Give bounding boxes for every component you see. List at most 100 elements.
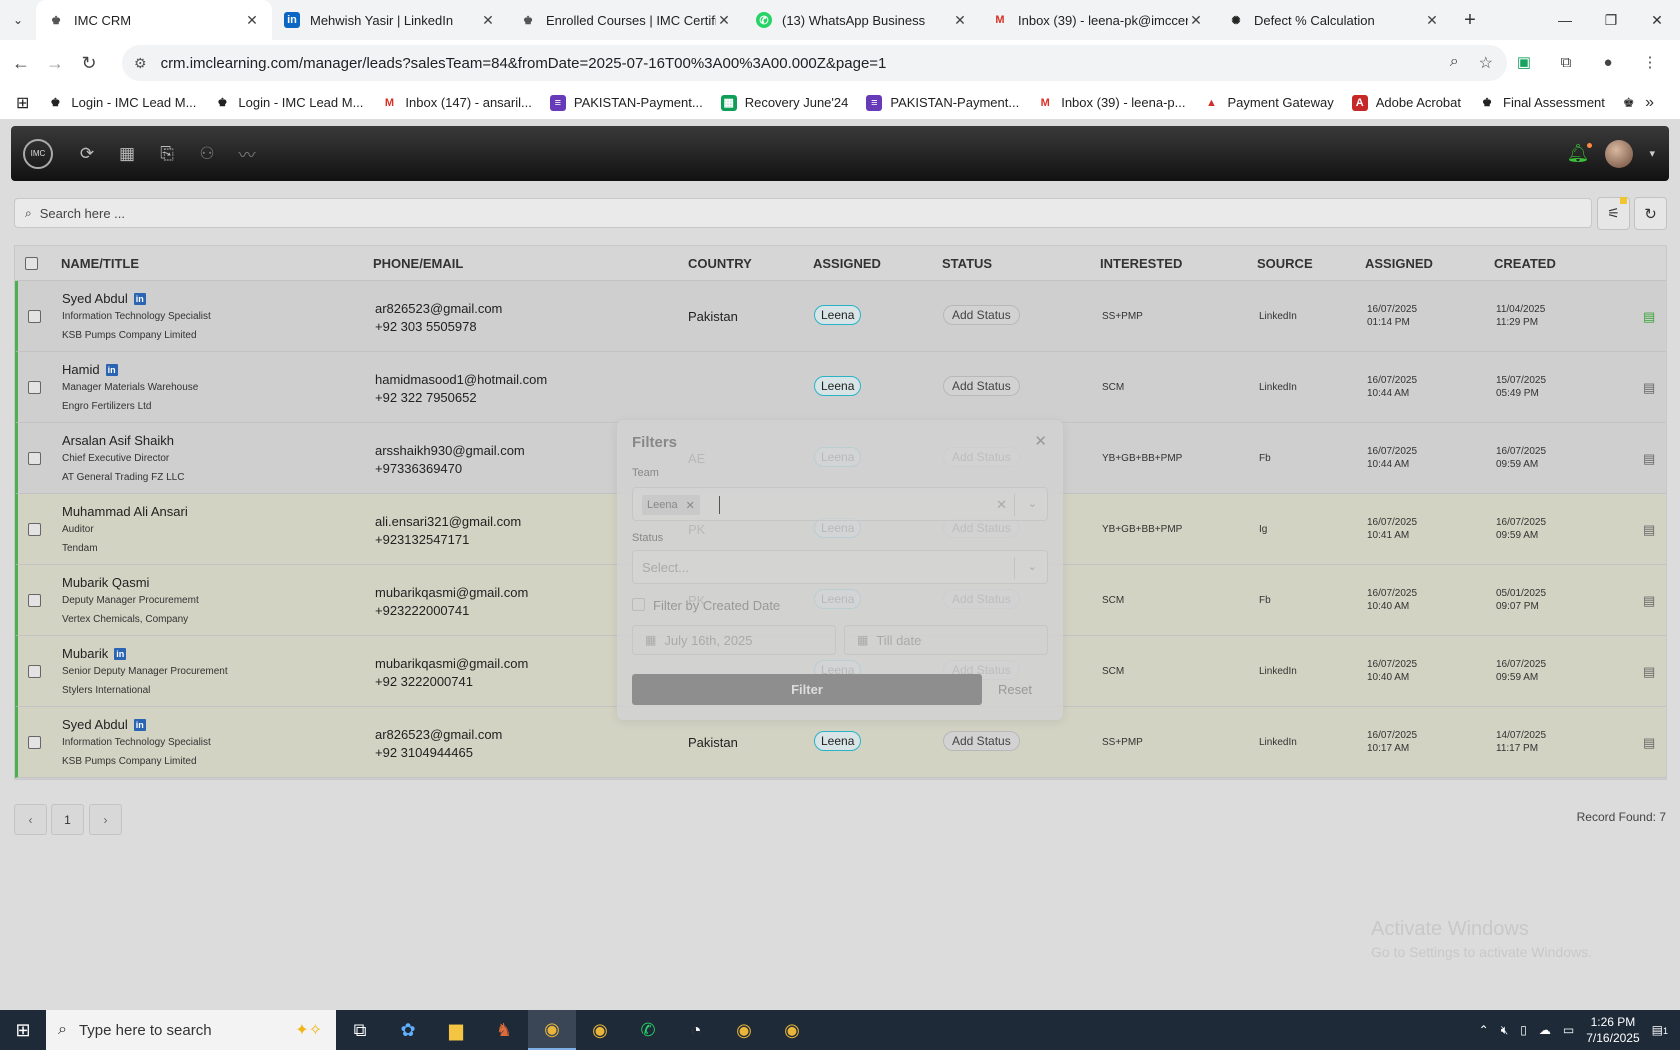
more-bookmarks-icon[interactable]: »: [1645, 94, 1654, 112]
close-tab-icon[interactable]: ✕: [952, 12, 968, 29]
row-checkbox[interactable]: [28, 452, 41, 465]
add-status-button[interactable]: Add Status: [943, 305, 1020, 325]
lead-name[interactable]: Syed Abdul in: [62, 717, 146, 732]
bookmark-item[interactable]: ▦ Recovery June'24: [720, 94, 848, 111]
bookmark-item[interactable]: ♚ Login - IMC Lead M...: [47, 95, 196, 111]
tab-whatsapp[interactable]: ✆ (13) WhatsApp Business ✕: [744, 0, 980, 40]
row-checkbox[interactable]: [28, 381, 41, 394]
linkedin-icon[interactable]: in: [133, 292, 146, 305]
imc-logo[interactable]: IMC: [23, 138, 53, 169]
bookmark-item[interactable]: M Inbox (147) - ansaril...: [381, 95, 532, 111]
column-header[interactable]: SOURCE: [1257, 256, 1313, 271]
select-all-checkbox[interactable]: [25, 257, 38, 270]
document-icon[interactable]: ▤: [1643, 735, 1655, 751]
bookmark-star-icon[interactable]: ☆: [1479, 53, 1493, 73]
url-input[interactable]: ⚙ crm.imclearning.com/manager/leads?sale…: [122, 45, 1507, 81]
document-icon[interactable]: ▤: [1643, 522, 1655, 538]
search-input[interactable]: ⌕ Search here ...: [14, 198, 1592, 228]
row-checkbox[interactable]: [28, 736, 41, 749]
chrome-icon[interactable]: ◉: [720, 1010, 768, 1050]
avatar[interactable]: [1605, 139, 1634, 168]
file-explorer-icon[interactable]: ▆: [432, 1010, 480, 1050]
document-icon[interactable]: ▤: [1643, 451, 1655, 467]
lead-name[interactable]: Mubarik in: [62, 646, 127, 661]
document-icon[interactable]: ▤: [1643, 664, 1655, 680]
filter-button[interactable]: Filter: [632, 674, 982, 705]
tab-enrolled-courses[interactable]: ♚ Enrolled Courses | IMC Certifica ✕: [508, 0, 744, 40]
add-status-button[interactable]: Add Status: [943, 376, 1020, 396]
reset-button[interactable]: Reset: [998, 682, 1032, 697]
column-header[interactable]: INTERESTED: [1100, 256, 1182, 271]
apps-grid-icon[interactable]: ⊞: [16, 93, 29, 113]
status-select[interactable]: Select... ⌄: [632, 550, 1048, 584]
tray-chevron-up-icon[interactable]: ⌃: [1479, 1023, 1489, 1037]
chrome-icon[interactable]: ◉: [768, 1010, 816, 1050]
extensions-puzzle-icon[interactable]: ⧉: [1552, 48, 1580, 76]
document-icon[interactable]: ▤: [1643, 380, 1655, 396]
close-tab-icon[interactable]: ✕: [1424, 12, 1440, 29]
chevron-down-icon[interactable]: ▾: [1649, 147, 1655, 160]
page-1-button[interactable]: 1: [51, 804, 84, 835]
notification-center-icon[interactable]: ▤1: [1652, 1023, 1668, 1037]
whatsapp-icon[interactable]: ✆: [624, 1010, 672, 1050]
back-icon[interactable]: ←: [4, 53, 38, 74]
close-tab-icon[interactable]: ✕: [716, 12, 732, 29]
bookmark-item[interactable]: ≡ PAKISTAN-Payment...: [866, 94, 1019, 111]
column-header[interactable]: CREATED: [1494, 256, 1556, 271]
site-settings-icon[interactable]: ⚙: [134, 55, 147, 72]
activity-icon[interactable]: 〰: [227, 141, 267, 166]
new-tab-icon[interactable]: +: [1452, 9, 1488, 32]
tab-linkedin[interactable]: in Mehwish Yasir | LinkedIn ✕: [272, 0, 508, 40]
table-row[interactable]: Syed Abdul in Information Technology Speci…: [15, 281, 1666, 352]
column-header[interactable]: COUNTRY: [688, 256, 752, 271]
windows-start-icon[interactable]: ⊞: [0, 1010, 46, 1050]
team-select[interactable]: Leena ✕ ✕ ⌄: [632, 487, 1048, 521]
created-date-checkbox[interactable]: [632, 598, 645, 611]
battery-icon[interactable]: ▯: [1520, 1023, 1527, 1037]
app-icon[interactable]: ♞: [480, 1010, 528, 1050]
close-icon[interactable]: ✕: [1034, 432, 1047, 450]
linkedin-icon[interactable]: in: [114, 647, 127, 660]
clear-icon[interactable]: ✕: [996, 497, 1007, 513]
column-header[interactable]: PHONE/EMAIL: [373, 256, 463, 271]
volume-muted-icon[interactable]: 🔇︎: [1501, 1023, 1509, 1038]
column-header[interactable]: ASSIGNED: [813, 256, 881, 271]
task-view-icon[interactable]: ⧉: [336, 1010, 384, 1050]
filter-toggle-button[interactable]: ⚟: [1597, 197, 1630, 230]
lead-name[interactable]: Hamid in: [62, 362, 118, 377]
profile-icon[interactable]: ●: [1594, 48, 1622, 76]
bookmark-item[interactable]: A Adobe Acrobat: [1351, 94, 1461, 111]
chevron-down-icon[interactable]: ⌄: [1028, 497, 1037, 510]
assigned-badge[interactable]: Leena: [814, 731, 862, 751]
bookmark-item[interactable]: ≡ PAKISTAN-Payment...: [549, 94, 703, 111]
bookmark-item[interactable]: ♚ Login - IMC Lead M...: [214, 95, 363, 111]
next-page-button[interactable]: ›: [89, 804, 122, 835]
copilot-icon[interactable]: ✿: [384, 1010, 432, 1050]
menu-dots-icon[interactable]: ⋮: [1636, 48, 1664, 76]
column-header[interactable]: ASSIGNED: [1365, 256, 1433, 271]
calendar-check-icon[interactable]: ▦: [107, 144, 147, 164]
bookmark-item[interactable]: ▲ Payment Gateway: [1204, 95, 1334, 111]
chrome-icon[interactable]: ◉: [528, 1010, 576, 1050]
tab-search-chevron-icon[interactable]: ⌄: [0, 0, 36, 40]
close-window-icon[interactable]: ✕: [1634, 0, 1680, 40]
document-icon[interactable]: ⎘: [147, 144, 187, 164]
add-status-button[interactable]: Add Status: [943, 731, 1020, 751]
row-checkbox[interactable]: [28, 594, 41, 607]
chevron-down-icon[interactable]: ⌄: [1028, 560, 1037, 573]
table-row[interactable]: Hamid in Manager Materials Warehouse Engro …: [15, 352, 1666, 423]
sync-icon[interactable]: ⟳: [67, 144, 107, 164]
clock-app-icon[interactable]: ◔: [672, 1010, 720, 1050]
column-header[interactable]: NAME/TITLE: [61, 256, 139, 271]
tab-defect-calculation[interactable]: ✺ Defect % Calculation ✕: [1216, 0, 1452, 40]
close-tab-icon[interactable]: ✕: [1188, 12, 1204, 29]
lead-name[interactable]: Muhammad Ali Ansari: [62, 504, 188, 519]
linkedin-icon[interactable]: in: [133, 718, 146, 731]
forward-icon[interactable]: →: [38, 53, 72, 74]
from-date-input[interactable]: ▦ July 16th, 2025: [632, 625, 836, 655]
lead-name[interactable]: Arsalan Asif Shaikh: [62, 433, 174, 448]
assigned-badge[interactable]: Leena: [814, 376, 862, 396]
restore-icon[interactable]: ❐: [1588, 0, 1634, 40]
refresh-button[interactable]: ↻: [1634, 197, 1667, 230]
network-icon[interactable]: ▭: [1563, 1023, 1574, 1037]
